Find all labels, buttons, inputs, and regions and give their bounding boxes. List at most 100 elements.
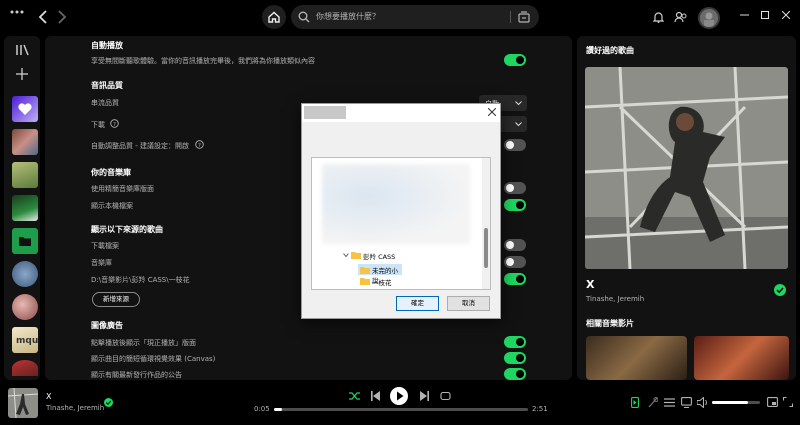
search-icon [298,11,310,23]
download-quality-label: 下載 [91,121,105,129]
previous-icon[interactable] [371,391,380,401]
minimize-icon[interactable] [740,14,749,16]
music-source-toggle[interactable] [504,256,526,268]
tree-scrollbar[interactable] [482,158,490,289]
add-source-button[interactable]: 新增來源 [92,292,140,307]
bell-icon[interactable] [653,11,664,23]
autoplay-toggle[interactable] [504,54,526,66]
player-bar: X Tinashe, Jeremih 0:05 2:51 [0,383,800,425]
back-icon[interactable] [38,10,48,24]
volume-icon[interactable] [697,397,709,408]
local-files-toggle[interactable] [504,199,526,211]
announcements-toggle[interactable] [504,368,526,380]
liked-check-icon[interactable] [774,284,786,296]
search-divider [510,11,511,23]
menu-dots-icon[interactable] [10,10,24,14]
volume-slider[interactable] [712,401,760,404]
maximize-icon[interactable] [761,11,769,19]
local-files-label: 顯示本機檔案 [91,202,133,210]
liked-check-icon[interactable] [104,398,113,407]
plus-icon[interactable] [16,68,28,80]
info-icon[interactable]: ? [110,119,119,128]
library-icon[interactable] [16,44,29,56]
folder-tree[interactable]: 彭羚 CASS 未完的小說 一枝花 [311,157,491,290]
now-playing-icon[interactable] [631,397,639,408]
downloads-source-toggle[interactable] [504,239,526,251]
dialog-close-icon[interactable] [488,108,496,116]
video-thumb[interactable] [694,336,789,380]
cancel-button[interactable]: 取消 [447,296,490,311]
friends-icon[interactable] [674,11,687,23]
streaming-quality-label: 串流品質 [91,99,119,107]
home-icon [268,11,280,23]
top-bar: 你想要播放什麼？ [0,0,800,34]
compact-library-toggle[interactable] [504,182,526,194]
tree-folder-label[interactable]: 彭羚 CASS [363,251,395,261]
player-track-title[interactable]: X [46,392,51,401]
avatar[interactable] [698,7,720,29]
videos-heading: 相關音樂影片 [586,319,634,328]
shuffle-icon[interactable] [349,391,361,401]
chevron-down-icon [515,101,522,106]
player-track-artist[interactable]: Tinashe, Jeremih [46,404,104,412]
play-icon [397,391,404,401]
folder-picker-dialog: 彭羚 CASS 未完的小說 一枝花 確定 取消 [301,103,501,319]
queue-icon[interactable] [664,398,675,407]
fullscreen-icon[interactable] [783,397,793,407]
heart-icon [18,103,32,115]
canvas-toggle[interactable] [504,352,526,364]
liked-songs-thumb[interactable] [12,96,38,122]
miniplayer-icon[interactable] [767,397,778,407]
tree-item-selected[interactable]: 未完的小說 [358,264,402,285]
custom-source-path: D:\音樂影片\彭羚 CASS\一枝花 [91,276,190,284]
folder-icon [360,277,370,285]
next-icon[interactable] [420,391,429,401]
auto-adjust-label: 自動調整品質 - 建議設定：開啟 [91,142,189,150]
announcements-label: 顯示有關最新發行作品的公告 [91,371,182,379]
ok-button[interactable]: 確定 [396,296,439,311]
info-icon[interactable]: ? [195,140,204,149]
auto-adjust-toggle[interactable] [504,139,526,151]
panel-track-title[interactable]: X [586,278,594,291]
folder-icon [19,237,31,246]
playlist-thumb[interactable] [12,162,38,188]
music-source-label: 音樂庫 [91,259,112,267]
progress-fill [274,408,282,411]
artist-thumb[interactable] [12,261,38,287]
search-input[interactable]: 你想要播放什麼？ [291,5,539,29]
chevron-down-icon[interactable] [343,253,349,258]
progress-bar[interactable] [274,408,528,411]
now-playing-toggle[interactable] [504,336,526,348]
video-thumb[interactable] [586,336,687,380]
player-album-thumb[interactable] [8,388,38,418]
compact-library-label: 使用精簡音樂庫版面 [91,185,154,193]
device-icon[interactable] [681,397,692,408]
custom-source-toggle[interactable] [504,273,526,285]
panel-track-artist[interactable]: Tinashe, Jeremih [586,295,644,303]
forward-icon[interactable] [57,10,67,24]
library-sidebar: mqu [4,36,40,380]
play-button[interactable] [390,387,408,405]
playlist-thumb[interactable] [12,195,38,221]
duration-time: 2:51 [532,405,548,413]
browse-icon[interactable] [518,11,530,23]
repeat-icon[interactable] [440,391,451,401]
tree-sibling-label[interactable]: 一枝花 [372,277,392,287]
elapsed-time: 0:05 [254,405,270,413]
svg-text:mqu: mqu [16,336,38,346]
now-playing-panel: 讚好過的歌曲 X Tinashe, Jeremih 相關音樂影片 [577,36,796,380]
album-thumb[interactable]: mqu [12,327,38,353]
home-button[interactable] [262,5,286,29]
chevron-down-icon [515,122,522,127]
close-icon[interactable] [782,11,790,19]
display-heading: 圖像廣告 [91,321,123,330]
lyrics-icon[interactable] [648,397,658,408]
artist-thumb[interactable] [12,294,38,320]
folder-thumb[interactable] [12,228,38,254]
panel-heading[interactable]: 讚好過的歌曲 [586,45,634,56]
canvas-label: 顯示曲目的簡短循環視覺效果 (Canvas) [91,355,216,363]
svg-text:?: ? [113,122,116,128]
playlist-thumb[interactable] [12,129,38,155]
artist-thumb[interactable] [12,360,38,376]
now-playing-label: 點擊播放後顯示「現正播放」版面 [91,339,196,347]
